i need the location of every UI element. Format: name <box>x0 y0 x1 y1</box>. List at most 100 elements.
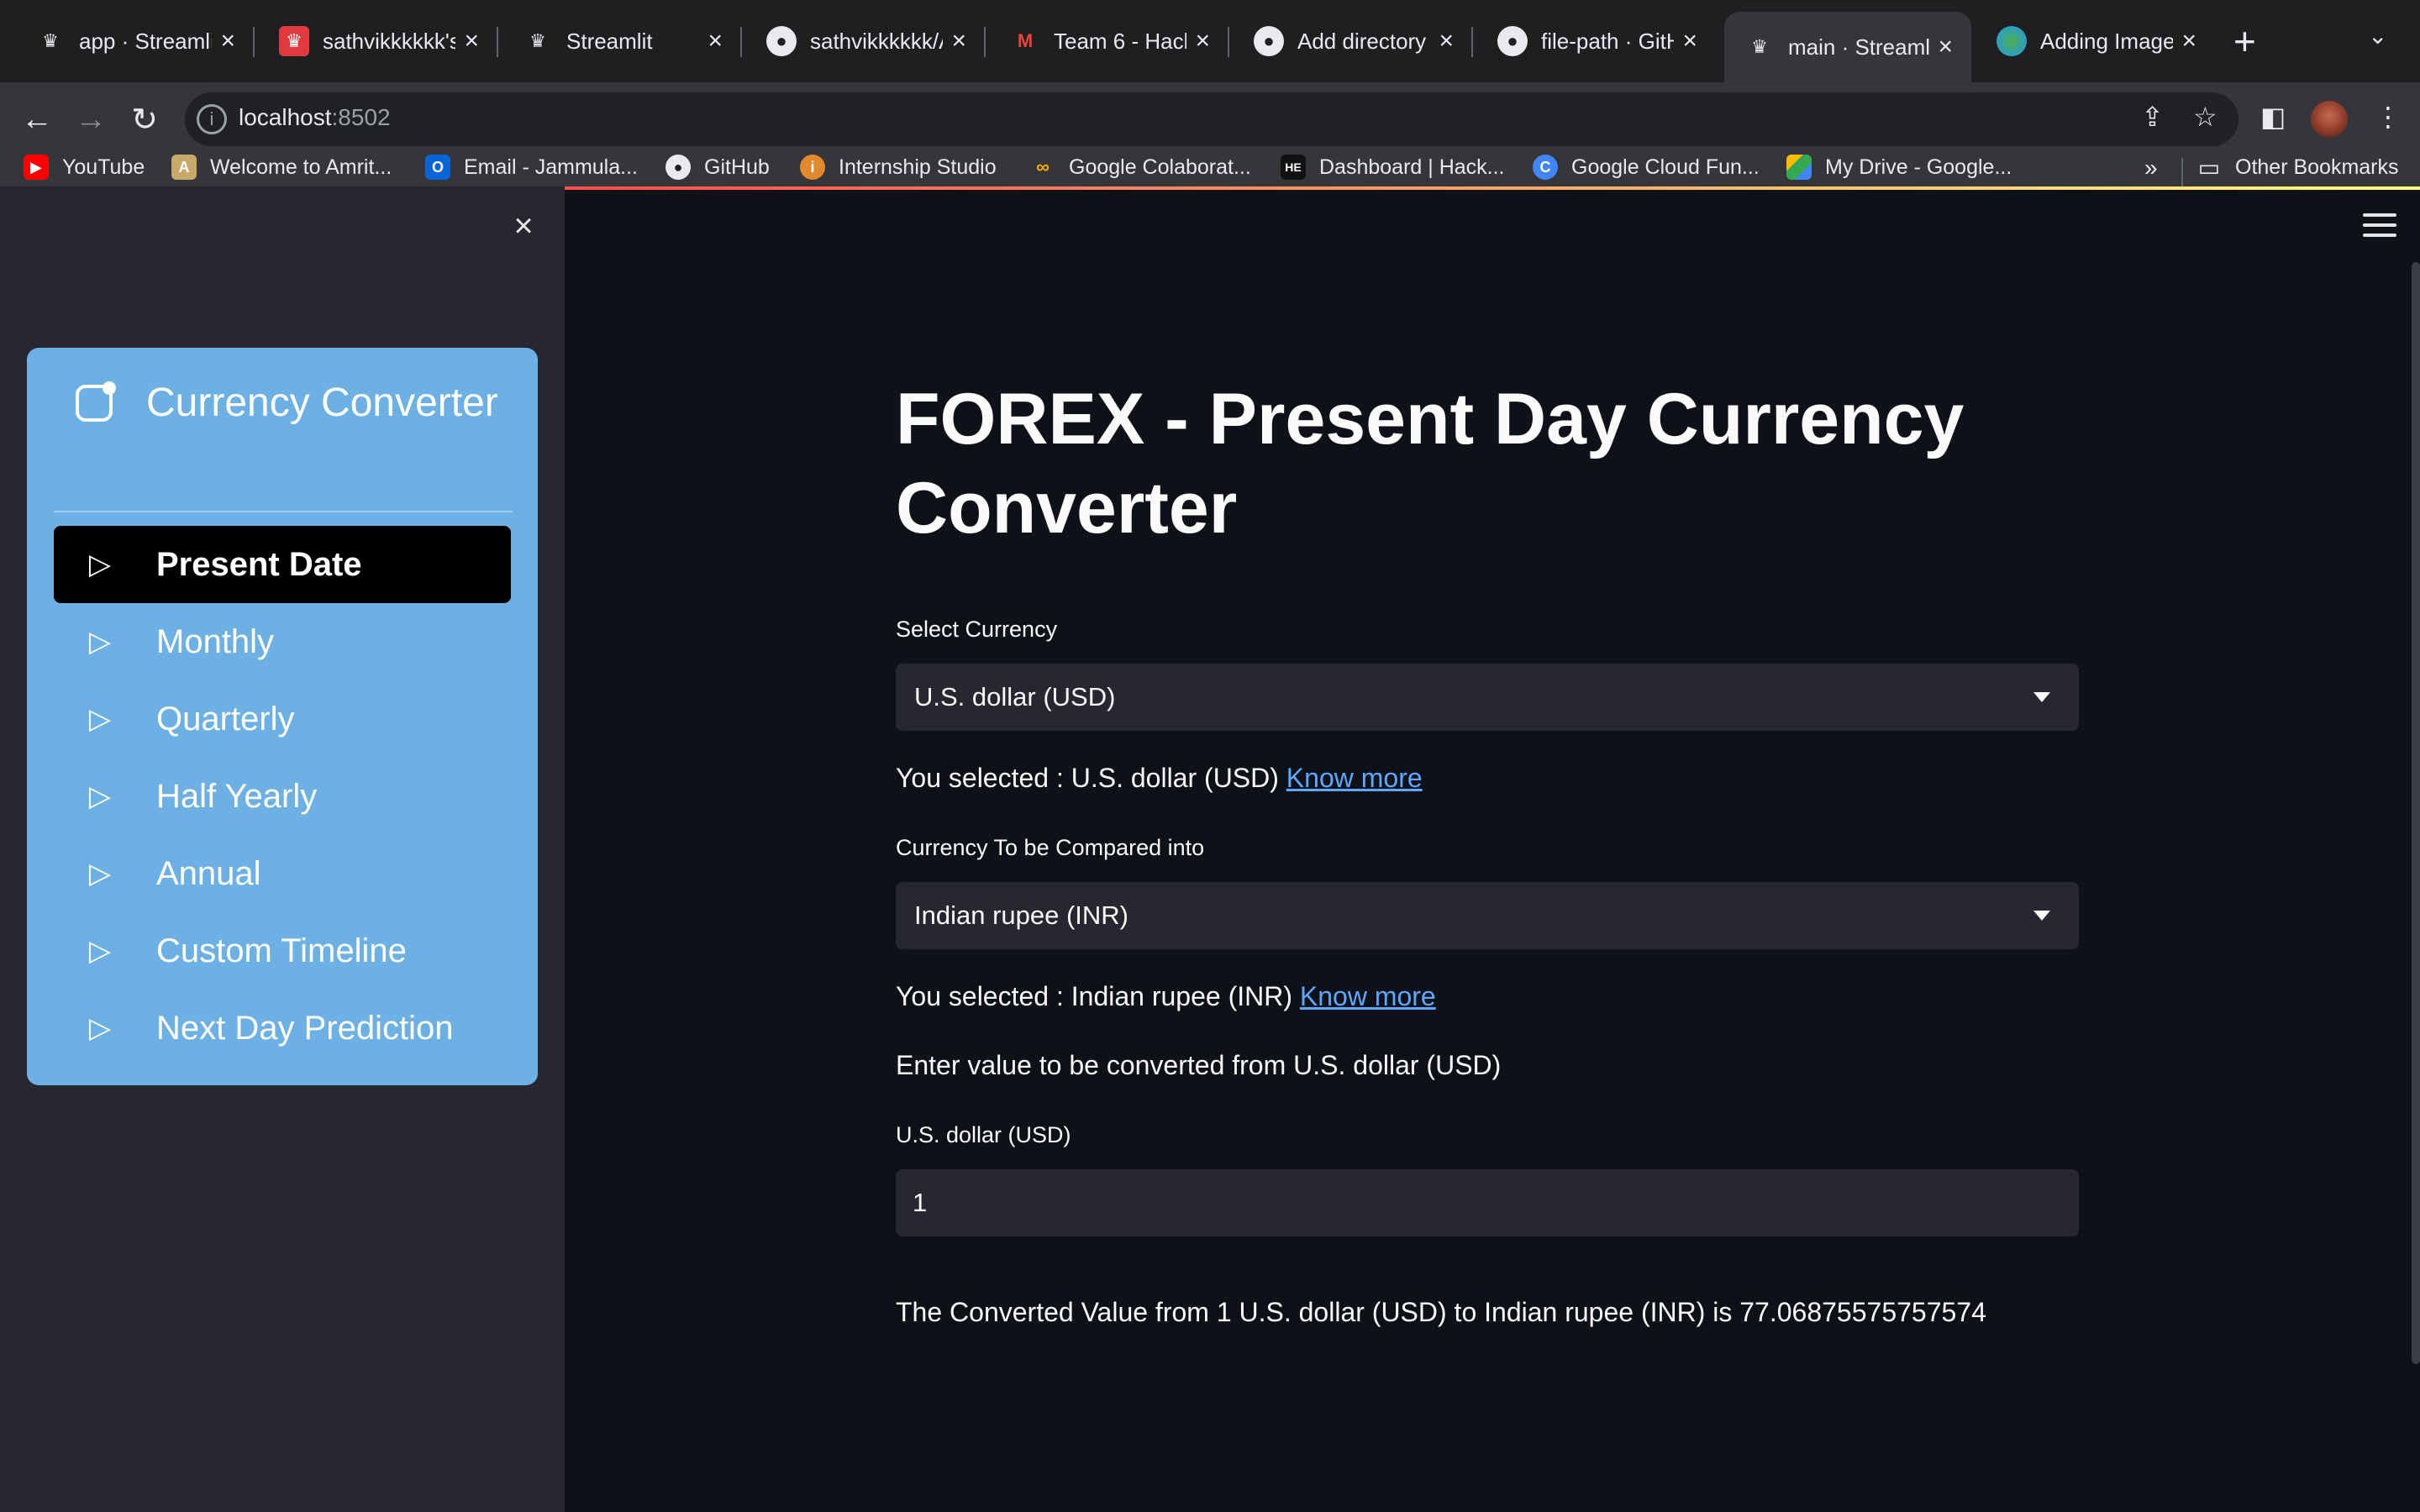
github-icon: ● <box>666 155 691 180</box>
tab-search-chevron-icon[interactable]: ⌄ <box>2368 22 2387 50</box>
profile-avatar[interactable] <box>2311 101 2348 138</box>
bookmark-item[interactable]: ▶ YouTube <box>24 155 145 180</box>
menu-item-next-day-prediction[interactable]: ▷ Next Day Prediction <box>54 990 511 1067</box>
option-menu: Currency Converter ▷ Present Date ▷ Mont… <box>27 348 538 1085</box>
internship-icon: i <box>800 155 825 180</box>
play-outline-icon: ▷ <box>88 549 112 580</box>
selected-to-text: You selected : Indian rupee (INR) Know m… <box>896 981 1436 1011</box>
menu-item-half-yearly[interactable]: ▷ Half Yearly <box>54 758 511 835</box>
selected-from-text: You selected : U.S. dollar (USD) Know mo… <box>896 763 1423 793</box>
back-arrow-icon[interactable]: ← <box>13 96 60 143</box>
bookmark-item[interactable]: ● GitHub <box>666 155 770 180</box>
site-info-icon[interactable]: i <box>197 104 227 134</box>
page-title: FOREX - Present Day Currency Converter <box>896 379 1965 549</box>
close-tab-icon[interactable]: × <box>1195 27 1210 55</box>
hamburger-menu-icon[interactable] <box>2363 213 2396 244</box>
browser-tab[interactable]: ♛ app · Streamlit × <box>10 10 255 72</box>
know-more-link[interactable]: Know more <box>1300 981 1436 1011</box>
address-bar[interactable] <box>185 92 2238 146</box>
streamlit-crown-icon: ♛ <box>529 30 546 51</box>
menu-divider <box>54 511 513 512</box>
bookmark-item[interactable]: C Google Cloud Fun... <box>1533 155 1760 180</box>
streamlit-crown-icon: ♛ <box>1751 36 1768 57</box>
bookmark-item[interactable]: ∞ Google Colaborat... <box>1030 155 1251 180</box>
side-panel-icon[interactable]: ◧ <box>2260 101 2286 133</box>
conversion-result-text: The Converted Value from 1 U.S. dollar (… <box>896 1297 1986 1327</box>
kebab-menu-icon[interactable]: ⋮ <box>2375 101 2402 133</box>
browser-tab-active[interactable]: ♛ main · Streaml × <box>1724 12 1971 82</box>
bookmarks-divider <box>2181 158 2183 190</box>
gmail-icon: M <box>1017 30 1034 51</box>
colab-icon: ∞ <box>1036 156 1050 177</box>
github-icon: ● <box>766 26 797 56</box>
bookmark-star-icon[interactable]: ☆ <box>2193 101 2217 133</box>
close-tab-icon[interactable]: × <box>464 27 479 55</box>
menu-item-custom-timeline[interactable]: ▷ Custom Timeline <box>54 912 511 990</box>
bookmark-item[interactable]: My Drive - Google... <box>1786 155 2012 180</box>
browser-tab[interactable]: ● Add directory × <box>1228 10 1473 72</box>
url-text[interactable]: localhost:8502 <box>239 104 391 131</box>
close-tab-icon[interactable]: × <box>1682 27 1697 55</box>
bookmark-item[interactable]: A Welcome to Amrit... <box>171 155 392 180</box>
close-tab-icon[interactable]: × <box>951 27 966 55</box>
menu-item-present-date[interactable]: ▷ Present Date <box>54 526 511 603</box>
more-bookmarks-chevron-icon[interactable]: » <box>2144 155 2158 181</box>
browser-tab[interactable]: ♛ sathvikkkkkk's × <box>254 10 498 72</box>
menu-item-annual[interactable]: ▷ Annual <box>54 835 511 912</box>
share-icon[interactable]: ⇪ <box>2141 101 2164 133</box>
browser-tab[interactable]: Adding Image × <box>1971 10 2215 72</box>
close-tab-icon[interactable]: × <box>708 27 723 55</box>
close-tab-icon[interactable]: × <box>2181 27 2196 55</box>
bookmark-item[interactable]: HE Dashboard | Hack... <box>1281 155 1504 180</box>
hackerearth-icon: HE <box>1281 155 1306 180</box>
browser-tab[interactable]: ● sathvikkkkkk/A × <box>741 10 986 72</box>
know-more-link[interactable]: Know more <box>1286 763 1423 793</box>
amrita-icon: A <box>171 155 197 180</box>
compare-currency-dropdown[interactable]: Indian rupee (INR) <box>896 882 2079 949</box>
play-outline-icon: ▷ <box>88 703 112 735</box>
streamlit-crown-icon: ♛ <box>42 30 59 51</box>
github-icon: ● <box>1497 26 1528 56</box>
browser-tab[interactable]: ● file-path · GitH × <box>1472 10 1716 72</box>
sidebar: × Currency Converter ▷ Present Date ▷ Mo… <box>0 186 565 1512</box>
github-icon: ● <box>1254 26 1284 56</box>
amount-input-label: U.S. dollar (USD) <box>896 1122 1071 1147</box>
drive-icon <box>1786 155 1812 180</box>
play-outline-icon: ▷ <box>88 780 112 812</box>
other-bookmarks-folder[interactable]: ▭ Other Bookmarks <box>2196 154 2399 181</box>
bookmark-item[interactable]: O Email - Jammula... <box>425 155 638 180</box>
scrollbar-thumb[interactable] <box>2412 262 2420 1364</box>
amount-input[interactable]: 1 <box>896 1169 2079 1236</box>
close-tab-icon[interactable]: × <box>1439 27 1454 55</box>
menu-item-quarterly[interactable]: ▷ Quarterly <box>54 680 511 758</box>
browser-tab-strip: ♛ app · Streamlit × ♛ sathvikkkkkk's × ♛… <box>0 0 2420 82</box>
play-outline-icon: ▷ <box>88 858 112 890</box>
new-tab-button[interactable]: + <box>2233 18 2256 64</box>
reload-icon[interactable]: ↻ <box>121 96 168 143</box>
close-tab-icon[interactable]: × <box>1938 33 1953 61</box>
caret-down-icon <box>2033 911 2050 921</box>
enter-value-text: Enter value to be converted from U.S. do… <box>896 1050 1502 1080</box>
header-decoration-bar <box>565 186 2420 190</box>
folder-icon: ▭ <box>2197 154 2221 181</box>
globe-icon <box>1996 26 2027 56</box>
outlook-icon: O <box>425 155 450 180</box>
play-outline-icon: ▷ <box>88 1012 112 1044</box>
caret-down-icon <box>2033 692 2050 702</box>
play-outline-icon: ▷ <box>88 626 112 658</box>
play-outline-icon: ▷ <box>88 935 112 967</box>
youtube-icon: ▶ <box>24 155 49 180</box>
forward-arrow-icon[interactable]: → <box>67 96 114 143</box>
browser-toolbar: ← → ↻ i localhost:8502 ⇪ ☆ ◧ ⋮ ▶ YouTube… <box>0 82 2420 203</box>
menu-item-monthly[interactable]: ▷ Monthly <box>54 603 511 680</box>
menu-title: Currency Converter <box>146 381 498 425</box>
select-currency-dropdown[interactable]: U.S. dollar (USD) <box>896 664 2079 731</box>
browser-tab[interactable]: ♛ Streamlit × <box>497 10 742 72</box>
select-currency-label: Select Currency <box>896 617 1058 642</box>
streamlit-crown-icon: ♛ <box>279 26 309 56</box>
compare-currency-label: Currency To be Compared into <box>896 835 1205 860</box>
bookmark-item[interactable]: i Internship Studio <box>800 155 997 180</box>
close-tab-icon[interactable]: × <box>220 27 235 55</box>
browser-tab[interactable]: M Team 6 - Hack × <box>985 10 1229 72</box>
close-sidebar-icon[interactable]: × <box>506 208 541 244</box>
